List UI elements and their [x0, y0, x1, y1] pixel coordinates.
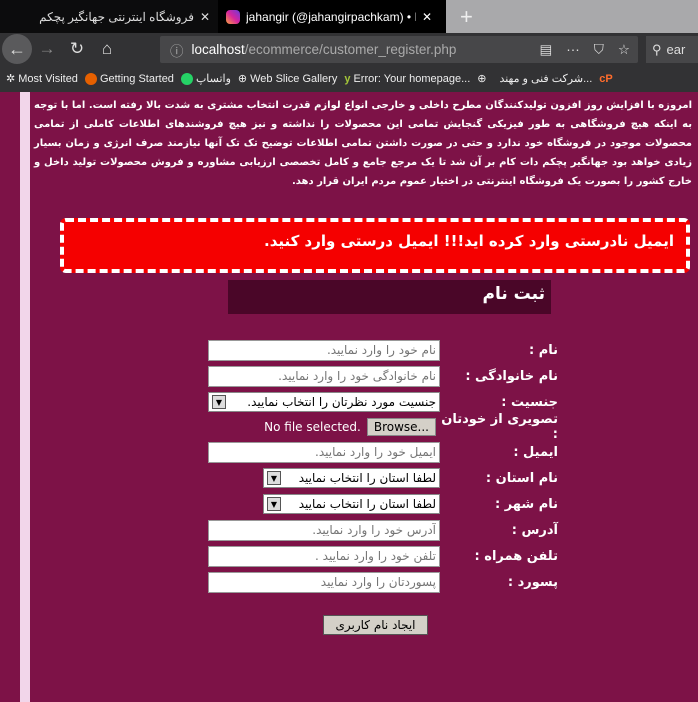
province-select[interactable]: لطفا استان را انتخاب نمایید ▼ — [263, 468, 440, 488]
name-input[interactable] — [208, 339, 440, 361]
tab-shop[interactable]: فروشگاه اینترنتی جهانگیر پچکم ✕ — [0, 0, 218, 33]
yoast-icon: y — [344, 72, 351, 85]
whatsapp-icon — [180, 72, 193, 85]
bookmark-web-slice[interactable]: ⊕ Web Slice Gallery — [237, 72, 338, 86]
tab-instagram[interactable]: jahangir (@jahangirpachkam) • Ins ✕ — [218, 0, 446, 33]
nav-bar: ← → ↻ ⌂ ⓘ localhost/ecommerce/customer_re… — [0, 33, 698, 65]
chevron-down-icon: ▼ — [267, 471, 281, 485]
more-icon[interactable]: ··· — [566, 42, 580, 58]
create-account-button[interactable]: ایجاد نام کاربری — [323, 615, 428, 635]
row-phone: تلفن همراه : — [200, 545, 560, 567]
bookmark-whatsapp[interactable]: واتساپ — [180, 72, 231, 85]
row-gender: جنسیت : جنسیت مورد نظرتان را انتخاب نمایی… — [200, 391, 560, 413]
row-family: نام خانوادگی : — [200, 365, 560, 387]
globe-icon: ⊕ — [237, 73, 248, 85]
close-icon[interactable]: ✕ — [200, 10, 210, 24]
tab-bar: فروشگاه اینترنتی جهانگیر پچکم ✕ jahangir … — [0, 0, 698, 33]
bookmark-label: Error: Your homepage... — [353, 72, 471, 85]
firefox-icon — [84, 72, 97, 85]
search-icon: ⚲ — [652, 41, 662, 57]
label-province: نام استان : — [485, 470, 558, 486]
address-input[interactable] — [208, 519, 440, 541]
bookmark-label: Most Visited — [18, 72, 78, 85]
label-name: نام : — [528, 342, 558, 358]
page-margin — [0, 92, 20, 702]
bookmark-label: Web Slice Gallery — [250, 72, 338, 85]
cpanel-icon[interactable]: cP — [599, 73, 612, 85]
row-city: نام شهر : لطفا استان را انتخاب نمایید ▼ — [200, 493, 560, 515]
error-message: ایمیل نادرستی وارد کرده اید!!! ایمیل درس… — [60, 218, 690, 273]
instagram-icon — [226, 9, 240, 24]
label-password: پسورد : — [507, 574, 558, 590]
label-city: نام شهر : — [495, 496, 558, 512]
province-value: لطفا استان را انتخاب نمایید — [298, 471, 436, 485]
city-select[interactable]: لطفا استان را انتخاب نمایید ▼ — [263, 494, 440, 514]
chevron-down-icon: ▼ — [267, 497, 281, 511]
globe-icon: ⊕ — [477, 73, 487, 85]
back-icon[interactable]: ← — [2, 34, 32, 64]
bookmark-label: واتساپ — [195, 73, 231, 85]
label-phone: تلفن همراه : — [474, 548, 558, 564]
label-gender: جنسیت : — [501, 394, 558, 410]
search-input[interactable]: ⚲ ear — [646, 36, 698, 63]
label-photo: تصویری از خودتان : — [441, 412, 558, 442]
bookmark-most-visited[interactable]: ✲ Most Visited — [6, 72, 78, 86]
url-host: localhost — [191, 42, 245, 57]
intro-text: امروزه با افزایش روز افزون تولیدکنندگان … — [34, 100, 692, 187]
row-photo: تصویری از خودتان : Browse... No file selec… — [200, 412, 560, 442]
row-password: پسورد : — [200, 571, 560, 593]
home-icon[interactable]: ⌂ — [92, 39, 122, 59]
family-input[interactable] — [208, 365, 440, 387]
bookmark-label: شرکت فنی و مهند... — [499, 73, 593, 85]
search-text: ear — [666, 42, 686, 57]
chevron-down-icon: ▼ — [212, 395, 226, 409]
city-value: لطفا استان را انتخاب نمایید — [298, 497, 436, 511]
gender-value: جنسیت مورد نظرتان را انتخاب نمایید. — [247, 395, 436, 409]
gender-select[interactable]: جنسیت مورد نظرتان را انتخاب نمایید. ▼ — [208, 392, 440, 412]
new-tab-icon[interactable]: + — [460, 4, 473, 30]
bookmark-error[interactable]: y Error: Your homepage... — [344, 73, 470, 85]
bookmark-label: Getting Started — [99, 72, 174, 85]
url-bar[interactable]: ⓘ localhost/ecommerce/customer_register.p… — [160, 36, 638, 63]
tab-title: jahangir (@jahangirpachkam) • Ins — [246, 9, 416, 24]
pocket-icon[interactable]: ⛉ — [594, 42, 604, 58]
label-family: نام خانوادگی : — [465, 368, 558, 384]
label-email: ایمیل : — [513, 444, 558, 460]
star-icon[interactable]: ☆ — [618, 42, 630, 58]
reload-icon[interactable]: ↻ — [62, 39, 92, 59]
url-path: /ecommerce/customer_register.php — [244, 42, 457, 57]
label-address: آدرس : — [511, 522, 558, 538]
tab-strip-empty: + — [446, 0, 698, 33]
bookmark-company[interactable]: ⊕ شرکت فنی و مهند... — [477, 72, 592, 85]
sidebar-strip — [20, 92, 30, 702]
row-province: نام استان : لطفا استان را انتخاب نمایید ▼ — [200, 467, 560, 489]
row-address: آدرس : — [200, 519, 560, 541]
bookmark-getting-started[interactable]: Getting Started — [84, 72, 174, 85]
row-email: ایمیل : — [200, 441, 560, 463]
form-title: ثبت نام — [228, 280, 551, 314]
tab-title: فروشگاه اینترنتی جهانگیر پچکم — [39, 9, 194, 24]
email-input[interactable] — [208, 441, 440, 463]
password-input[interactable] — [208, 571, 440, 593]
row-name: نام : — [200, 339, 560, 361]
close-icon[interactable]: ✕ — [422, 10, 432, 24]
phone-input[interactable] — [208, 545, 440, 567]
browse-button[interactable]: Browse... — [366, 418, 436, 436]
forward-icon[interactable]: → — [32, 39, 62, 59]
gear-icon: ✲ — [6, 73, 16, 85]
bookmarks-bar: ✲ Most Visited Getting Started واتساپ ⊕ We… — [0, 65, 698, 92]
info-icon: ⓘ — [170, 43, 184, 59]
reader-icon[interactable]: ▤ — [540, 42, 553, 58]
file-status: No file selected. — [264, 420, 361, 434]
